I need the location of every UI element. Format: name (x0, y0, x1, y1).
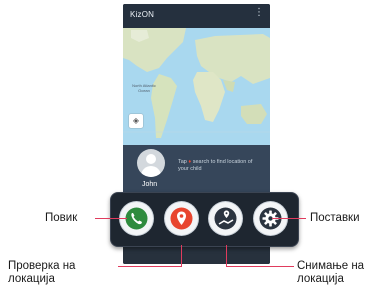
callout-line-settings (272, 218, 306, 219)
app-bar: KizON ⋮ (123, 4, 270, 28)
location-pin-icon (170, 207, 193, 230)
callout-line-record (226, 245, 227, 267)
label-record-location: Снимање на локација (297, 260, 365, 285)
map-route-icon (214, 207, 237, 230)
child-name: John (142, 181, 158, 188)
callout-line-call (95, 218, 127, 219)
location-arrow-icon[interactable]: ◈ (129, 114, 143, 128)
avatar[interactable] (137, 149, 165, 177)
label-call: Повик (45, 212, 78, 224)
action-panel (110, 192, 299, 247)
callout-line-check (181, 245, 182, 267)
search-hint: Tap ♦ search to find location of your ch… (178, 159, 258, 173)
hint-prefix: Tap (178, 159, 187, 165)
label-settings: Поставки (310, 212, 360, 224)
callout-line-check-h (118, 266, 182, 267)
callout-line-record-h (226, 266, 294, 267)
record-location-button[interactable] (209, 202, 242, 235)
label-check-location: Проверка на локација (8, 260, 76, 285)
location-pin-icon: ♦ (188, 159, 192, 165)
map-label: North Atlantic Ocean (132, 83, 156, 93)
app-title: KizON (130, 10, 155, 19)
check-location-button[interactable] (165, 202, 198, 235)
overflow-menu-icon[interactable]: ⋮ (254, 8, 264, 18)
map-view[interactable]: North Atlantic Ocean ◈ (123, 28, 270, 145)
